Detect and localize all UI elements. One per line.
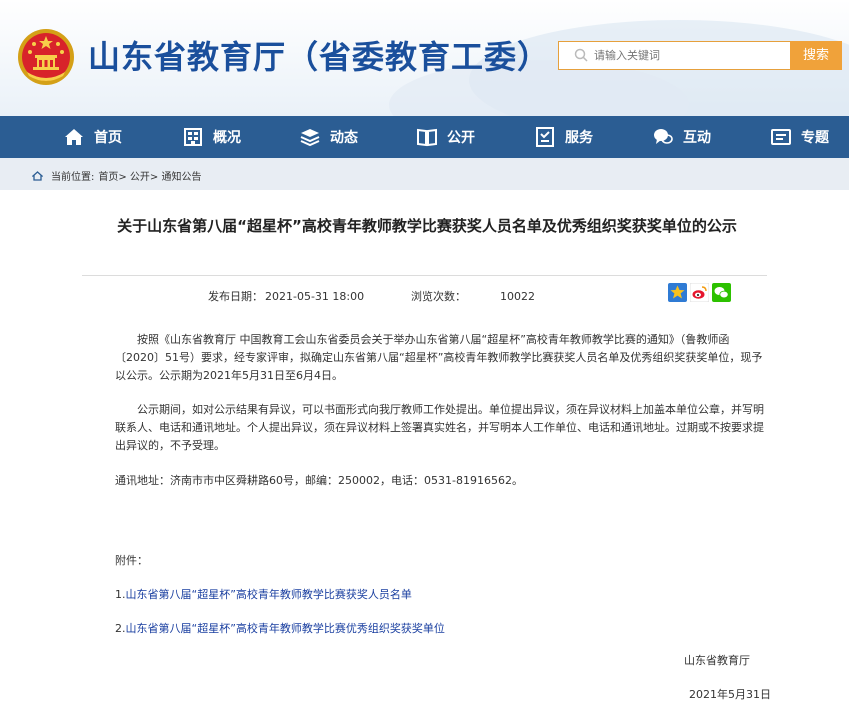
attachment-num: 2.	[115, 622, 126, 635]
main-nav: 首页 概况 动态 公开 服务 互动 专题	[0, 116, 849, 158]
attachment-link-1[interactable]: 1.山东省第八届“超星杯”高校青年教师教学比赛获奖人员名单	[115, 586, 412, 602]
nav-item-interaction[interactable]: 互动	[652, 116, 711, 158]
attachment-title[interactable]: 山东省第八届“超星杯”高校青年教师教学比赛优秀组织奖获奖单位	[126, 622, 445, 635]
signature-date: 2021年5月31日	[689, 688, 771, 701]
view-count: 浏览次数： 10022	[411, 288, 535, 304]
building-icon	[184, 128, 202, 146]
nav-label: 动态	[330, 130, 358, 146]
publish-date: 发布日期： 2021-05-31 18:00	[208, 288, 364, 304]
nav-label: 互动	[683, 130, 711, 146]
breadcrumb: 当前位置: 首页> 公开> 通知公告	[32, 168, 202, 183]
attachment-num: 1.	[115, 588, 126, 601]
site-title[interactable]: 山东省教育厅（省委教育工委）	[88, 32, 550, 78]
nav-label: 概况	[213, 130, 241, 146]
breadcrumb-path[interactable]: 首页> 公开> 通知公告	[98, 168, 201, 183]
share-weibo-icon[interactable]	[690, 283, 709, 302]
breadcrumb-prefix: 当前位置:	[51, 172, 95, 183]
contact-address: 通讯地址：济南市市中区舜耕路60号，邮编：250002，电话：0531-8191…	[115, 474, 523, 487]
paragraph-1: 按照《山东省教育厅 中国教育工会山东省委员会关于举办山东省第八届“超星杯”高校青…	[115, 333, 763, 382]
chat-icon	[654, 129, 673, 144]
layers-icon	[300, 129, 320, 147]
home-icon	[65, 129, 83, 145]
views-value: 10022	[500, 290, 535, 303]
search-icon	[574, 48, 588, 62]
search-button[interactable]: 搜索	[790, 41, 842, 70]
views-label: 浏览次数：	[411, 290, 466, 303]
paragraph-2: 公示期间，如对公示结果有异议，可以书面形式向我厅教师工作处提出。单位提出异议，须…	[115, 403, 764, 452]
nav-item-home[interactable]: 首页	[63, 116, 122, 158]
nav-label: 专题	[801, 130, 829, 146]
national-emblem-icon	[18, 29, 74, 85]
nav-item-public[interactable]: 公开	[416, 116, 475, 158]
nav-item-service[interactable]: 服务	[534, 116, 593, 158]
share-wechat-icon[interactable]	[712, 283, 731, 302]
publish-value: 2021-05-31 18:00	[265, 290, 365, 303]
article-title: 关于山东省第八届“超星杯”高校青年教师教学比赛获奖人员名单及优秀组织奖获奖单位的…	[117, 217, 737, 235]
attachments-label: 附件：	[115, 554, 148, 567]
nav-item-overview[interactable]: 概况	[182, 116, 241, 158]
title-divider	[82, 275, 767, 276]
share-qzone-icon[interactable]	[668, 283, 687, 302]
signature-org: 山东省教育厅	[684, 654, 750, 667]
nav-label: 首页	[94, 130, 122, 146]
attachment-title[interactable]: 山东省第八届“超星杯”高校青年教师教学比赛获奖人员名单	[126, 588, 412, 601]
nav-item-news[interactable]: 动态	[299, 116, 358, 158]
publish-label: 发布日期：	[208, 290, 263, 303]
nav-item-topics[interactable]: 专题	[770, 116, 829, 158]
topic-icon	[771, 129, 791, 145]
location-icon	[32, 171, 43, 181]
nav-label: 公开	[447, 130, 475, 146]
nav-label: 服务	[565, 130, 593, 146]
search-input[interactable]	[594, 42, 784, 69]
service-icon	[536, 127, 554, 147]
attachment-link-2[interactable]: 2.山东省第八届“超星杯”高校青年教师教学比赛优秀组织奖获奖单位	[115, 620, 445, 636]
book-icon	[417, 128, 437, 147]
